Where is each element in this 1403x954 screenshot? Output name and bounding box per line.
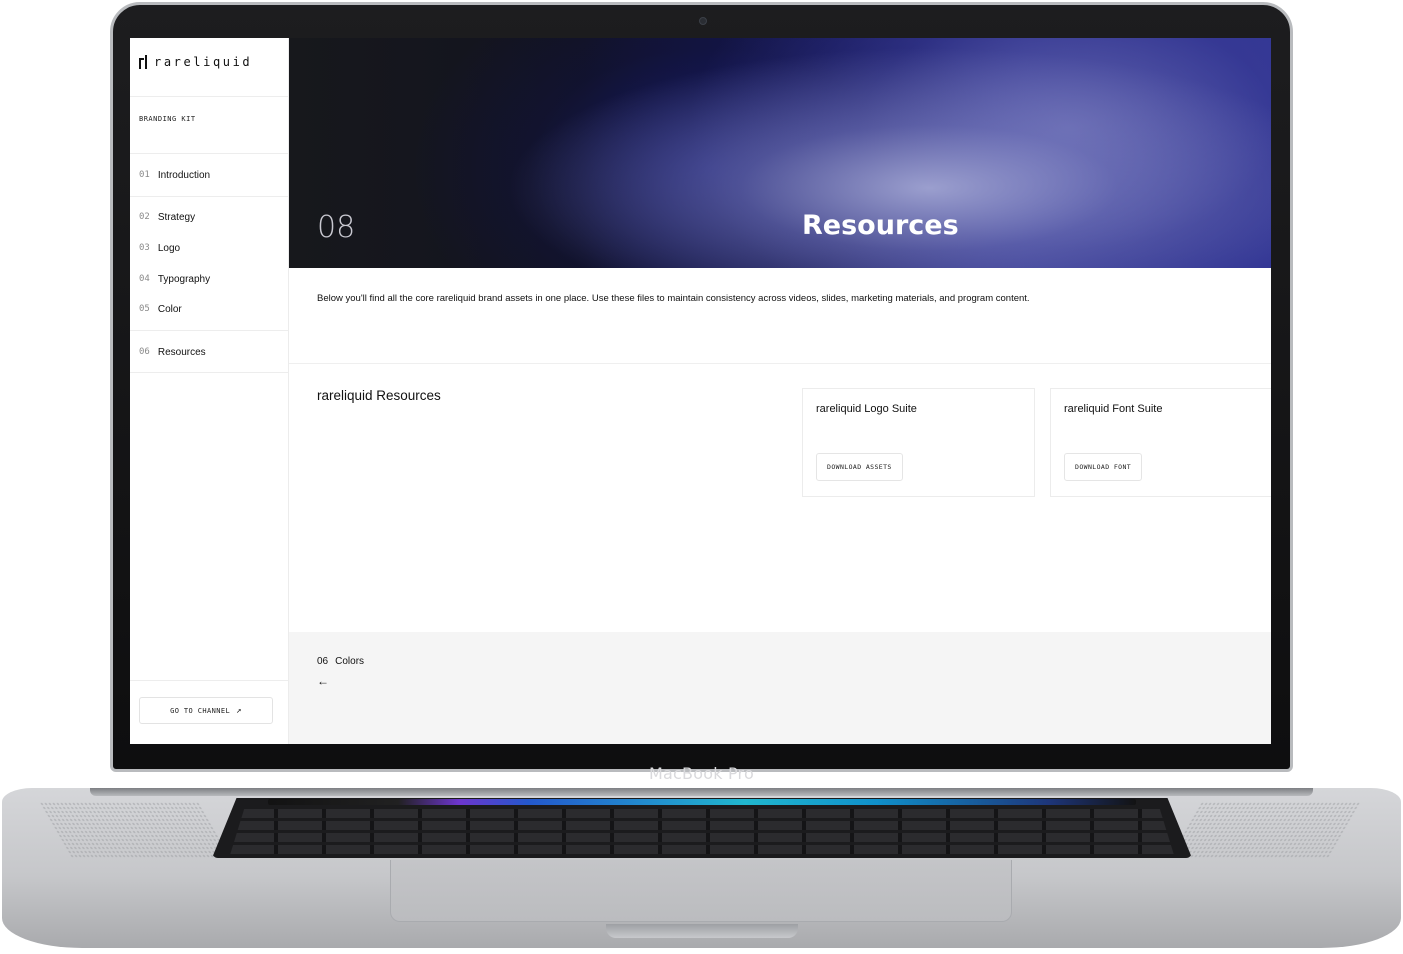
download-font-button[interactable]: DOWNLOAD FONT bbox=[1064, 453, 1143, 481]
card-title: rareliquid Logo Suite bbox=[816, 403, 917, 415]
external-link-icon: ↗ bbox=[236, 705, 242, 716]
go-to-channel-label: GO TO CHANNEL bbox=[170, 706, 231, 715]
speaker-grille-left bbox=[38, 802, 232, 858]
go-to-channel-button[interactable]: GO TO CHANNEL ↗ bbox=[139, 697, 273, 724]
sidebar-item-strategy[interactable]: 02 Strategy bbox=[139, 209, 195, 225]
divider bbox=[130, 153, 289, 154]
logo-suite-card: rareliquid Logo Suite DOWNLOAD ASSETS bbox=[802, 388, 1035, 497]
divider bbox=[130, 96, 289, 97]
speaker-grille-right bbox=[1168, 802, 1362, 858]
font-suite-card: rareliquid Font Suite DOWNLOAD FONT bbox=[1050, 388, 1271, 497]
branding-kit-label: BRANDING KIT bbox=[139, 115, 196, 123]
divider bbox=[289, 363, 1271, 364]
sidebar-item-label: Strategy bbox=[157, 211, 196, 223]
previous-section-title: Colors bbox=[335, 656, 365, 667]
logo-text: rareliquid bbox=[154, 55, 253, 69]
sidebar: rareliquid BRANDING KIT 01 Introduction … bbox=[130, 38, 289, 744]
sidebar-item-label: Resources bbox=[157, 346, 206, 358]
sidebar-item-number: 01 bbox=[139, 170, 150, 180]
sidebar-item-color[interactable]: 05 Color bbox=[139, 301, 182, 317]
trackpad bbox=[390, 860, 1012, 922]
camera-icon bbox=[699, 17, 707, 25]
touch-bar bbox=[268, 799, 1136, 805]
intro-text: Below you'll find all the core rareliqui… bbox=[317, 293, 1030, 304]
hero-banner: 08 Resources bbox=[289, 38, 1271, 268]
page-title: Resources bbox=[802, 210, 959, 241]
screen: rareliquid BRANDING KIT 01 Introduction … bbox=[130, 38, 1271, 744]
device-label: MacBook Pro bbox=[649, 764, 754, 783]
sidebar-item-number: 04 bbox=[139, 274, 150, 284]
divider bbox=[130, 372, 289, 373]
sidebar-item-typography[interactable]: 04 Typography bbox=[139, 271, 210, 287]
section-number: 08 bbox=[317, 210, 356, 245]
sidebar-item-number: 03 bbox=[139, 243, 150, 253]
sidebar-item-resources[interactable]: 06 Resources bbox=[139, 344, 206, 360]
previous-section-label: 06 Colors bbox=[317, 656, 364, 667]
arrow-left-icon[interactable]: ← bbox=[317, 674, 329, 688]
sidebar-item-logo[interactable]: 03 Logo bbox=[139, 240, 180, 256]
sidebar-item-label: Logo bbox=[157, 242, 181, 254]
brand-logo[interactable]: rareliquid bbox=[139, 52, 252, 72]
sidebar-item-number: 05 bbox=[139, 304, 150, 314]
sidebar-item-label: Color bbox=[157, 303, 182, 315]
sidebar-item-number: 02 bbox=[139, 212, 150, 222]
divider bbox=[130, 196, 289, 197]
previous-section-number: 06 bbox=[317, 656, 329, 667]
divider bbox=[130, 680, 289, 681]
logo-mark-icon bbox=[139, 55, 148, 69]
sidebar-item-number: 06 bbox=[139, 347, 150, 357]
laptop-hinge bbox=[90, 788, 1313, 796]
resources-heading: rareliquid Resources bbox=[317, 388, 441, 403]
previous-section-nav[interactable]: 06 Colors ← bbox=[289, 632, 1271, 744]
sidebar-item-label: Introduction bbox=[157, 169, 211, 181]
download-assets-button[interactable]: DOWNLOAD ASSETS bbox=[816, 453, 903, 481]
card-title: rareliquid Font Suite bbox=[1064, 403, 1163, 415]
keyboard-keys bbox=[230, 809, 1174, 855]
sidebar-item-label: Typography bbox=[157, 273, 211, 285]
sidebar-item-introduction[interactable]: 01 Introduction bbox=[139, 167, 210, 183]
lid-opening-notch bbox=[606, 924, 798, 938]
divider bbox=[130, 330, 289, 331]
